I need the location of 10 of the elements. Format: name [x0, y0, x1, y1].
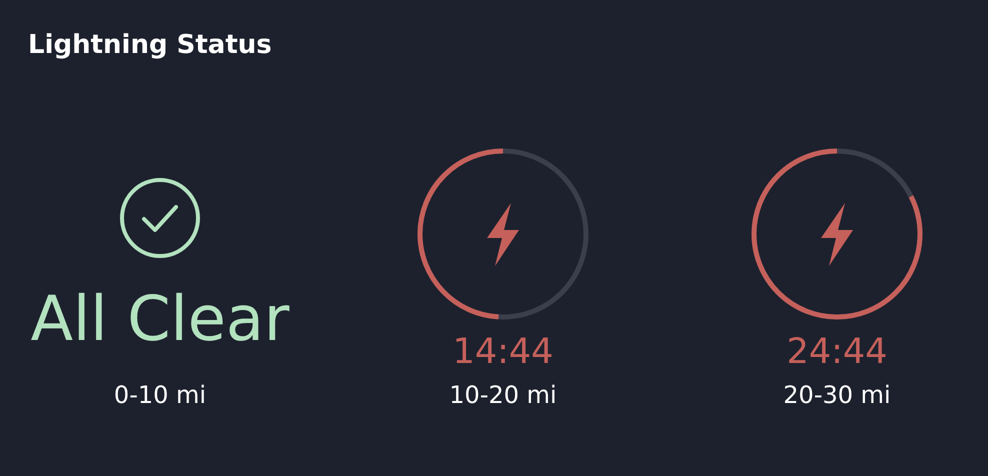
countdown-time: 14:44: [452, 331, 554, 374]
lightning-icon: [821, 203, 853, 266]
range-label: 20-30 mi: [783, 380, 891, 410]
range-label: 0-10 mi: [114, 380, 206, 410]
check-circle-icon: [118, 176, 202, 260]
status-text: All Clear: [30, 284, 290, 354]
countdown-time: 24:44: [786, 331, 888, 374]
range-label: 10-20 mi: [449, 380, 557, 410]
lightning-icon: [487, 203, 519, 266]
page-title: Lightning Status: [28, 30, 272, 60]
